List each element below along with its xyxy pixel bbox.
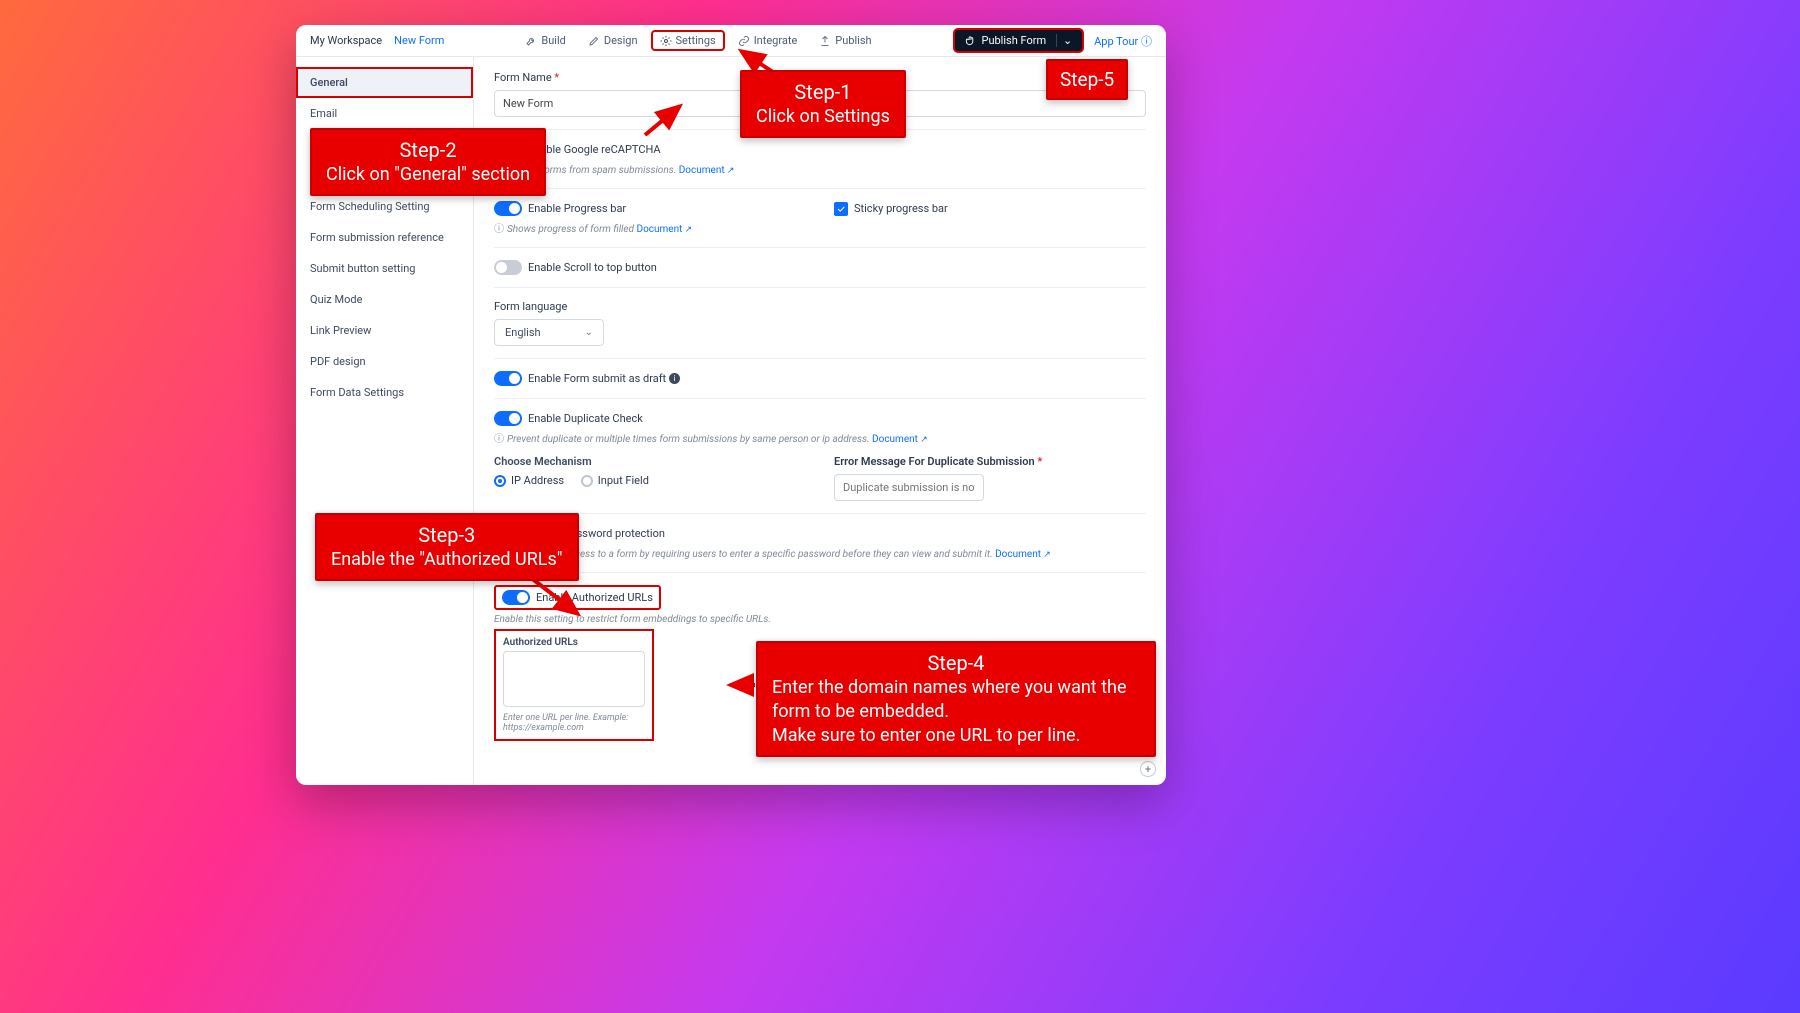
- sidebar-item-general[interactable]: General: [296, 67, 473, 98]
- toggle-dup[interactable]: [494, 411, 522, 426]
- toggle-progress-label: Enable Progress bar: [528, 202, 626, 215]
- gear-icon: [660, 35, 672, 47]
- doc-link[interactable]: Document: [679, 165, 735, 176]
- top-tabs: Build Design Settings Integrate Publish: [516, 30, 880, 51]
- app-tour-link[interactable]: App Tour ⓘ: [1094, 33, 1152, 49]
- step5-callout: Step-5: [1046, 59, 1128, 100]
- doc-link[interactable]: Document: [872, 434, 928, 445]
- form-crumb[interactable]: New Form: [394, 34, 444, 47]
- lang-select[interactable]: English⌄: [494, 319, 604, 346]
- sidebar-item-email[interactable]: Email: [296, 98, 473, 129]
- chevron-down-icon: ⌄: [585, 327, 593, 338]
- toggle-progress[interactable]: [494, 201, 522, 216]
- sidebar-item-reference[interactable]: Form submission reference: [296, 222, 473, 253]
- sidebar-item-link-preview[interactable]: Link Preview: [296, 315, 473, 346]
- hand-icon: [965, 35, 976, 46]
- tab-build[interactable]: Build: [516, 30, 574, 51]
- mechanism-label: Choose Mechanism: [494, 455, 806, 468]
- arrow-step4: [725, 675, 760, 699]
- add-button[interactable]: +: [1140, 761, 1156, 777]
- tab-design[interactable]: Design: [579, 30, 647, 51]
- info-icon[interactable]: i: [669, 373, 680, 384]
- wrench-icon: [525, 35, 537, 47]
- arrow-step2: [640, 100, 690, 144]
- toggle-draft-label: Enable Form submit as draft: [528, 372, 666, 385]
- sidebar-item-quiz[interactable]: Quiz Mode: [296, 284, 473, 315]
- toggle-draft[interactable]: [494, 371, 522, 386]
- workspace-label[interactable]: My Workspace: [310, 34, 382, 47]
- err-msg-label: Error Message For Duplicate Submission: [834, 455, 1146, 468]
- sidebar-item-pdf[interactable]: PDF design: [296, 346, 473, 377]
- sidebar-item-submit-btn[interactable]: Submit button setting: [296, 253, 473, 284]
- top-bar: My Workspace New Form Build Design Setti…: [296, 25, 1166, 57]
- auth-example: Enter one URL per line. Example: https:/…: [503, 713, 645, 733]
- toggle-recaptcha-label: Enable Google reCAPTCHA: [528, 143, 661, 156]
- step2-callout: Step-2Click on "General" section: [310, 128, 546, 196]
- pencil-icon: [588, 35, 600, 47]
- auth-urls-label: Authorized URLs: [503, 637, 645, 648]
- radio-input-field[interactable]: Input Field: [581, 474, 649, 487]
- doc-link[interactable]: Document: [995, 549, 1051, 560]
- auth-hint: Enable this setting to restrict form emb…: [494, 614, 1146, 625]
- checkbox-sticky-label: Sticky progress bar: [854, 202, 948, 215]
- auth-urls-textarea[interactable]: [503, 651, 645, 707]
- top-right: Publish Form⌄ App Tour ⓘ: [953, 28, 1152, 53]
- step3-callout: Step-3Enable the "Authorized URLs": [315, 513, 579, 581]
- publish-button[interactable]: Publish Form⌄: [953, 28, 1085, 53]
- tab-settings[interactable]: Settings: [651, 30, 725, 51]
- step4-callout: Step-4Enter the domain names where you w…: [756, 641, 1156, 757]
- sidebar-item-form-data[interactable]: Form Data Settings: [296, 377, 473, 408]
- upload-icon: [819, 35, 831, 47]
- checkbox-sticky[interactable]: [834, 202, 848, 216]
- doc-link[interactable]: Document: [637, 224, 693, 235]
- toggle-dup-label: Enable Duplicate Check: [528, 412, 643, 425]
- toggle-scrolltop-label: Enable Scroll to top button: [528, 261, 657, 274]
- chevron-down-icon[interactable]: ⌄: [1056, 34, 1072, 47]
- radio-ip[interactable]: IP Address: [494, 474, 564, 487]
- toggle-scrolltop[interactable]: [494, 260, 522, 275]
- step1-callout: Step-1Click on Settings: [740, 70, 906, 138]
- tab-publish[interactable]: Publish: [810, 30, 880, 51]
- lang-label: Form language: [494, 300, 1146, 313]
- err-msg-input[interactable]: [834, 474, 984, 501]
